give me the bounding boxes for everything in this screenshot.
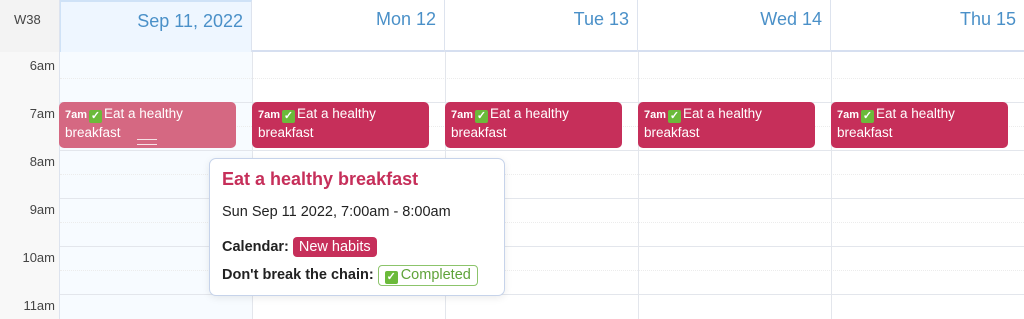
hour-label-9am: 9am bbox=[29, 202, 55, 217]
day-header-mon[interactable]: Mon 12 bbox=[252, 0, 445, 52]
day-header-thu[interactable]: Thu 15 bbox=[831, 0, 1024, 52]
status-text: Completed bbox=[400, 267, 471, 283]
hour-label-10am: 10am bbox=[22, 250, 55, 265]
event-tue[interactable]: 7am ✓ Eat a healthy breakfast bbox=[445, 102, 622, 148]
calendar-week-view: W38 Sep 11, 2022 Mon 12 Tue 13 Wed 14 Th… bbox=[0, 0, 1024, 319]
popup-calendar-row: Calendar: New habits bbox=[222, 237, 377, 257]
day-header-tue[interactable]: Tue 13 bbox=[445, 0, 638, 52]
event-sun[interactable]: 7am ✓ Eat a healthy breakfast bbox=[59, 102, 236, 148]
hour-label-11am: 11am bbox=[23, 298, 55, 313]
popup-title: Eat a healthy breakfast bbox=[222, 169, 419, 189]
grid-line bbox=[60, 78, 1024, 79]
hour-label-6am: 6am bbox=[29, 58, 55, 73]
time-gutter bbox=[0, 52, 60, 319]
hour-label-7am: 7am bbox=[29, 106, 55, 121]
grid-line bbox=[60, 246, 1024, 247]
column-divider bbox=[831, 52, 832, 319]
checkmark-icon: ✓ bbox=[861, 110, 875, 123]
checkmark-icon: ✓ bbox=[282, 110, 296, 123]
day-header-wed[interactable]: Wed 14 bbox=[638, 0, 831, 52]
event-title-line2: breakfast bbox=[65, 125, 121, 140]
hour-label-8am: 8am bbox=[29, 154, 55, 169]
event-wed[interactable]: 7am ✓ Eat a healthy breakfast bbox=[638, 102, 815, 148]
event-title-line2: breakfast bbox=[644, 125, 700, 140]
event-time: 7am bbox=[65, 109, 88, 121]
calendar-label: Calendar: bbox=[222, 239, 289, 255]
grid-line bbox=[60, 174, 1024, 175]
column-divider bbox=[638, 52, 639, 319]
checkmark-icon: ✓ bbox=[668, 110, 682, 123]
grid-line bbox=[60, 198, 1024, 199]
event-title-line1: Eat a healthy bbox=[490, 106, 569, 121]
event-thu[interactable]: 7am ✓ Eat a healthy breakfast bbox=[831, 102, 1008, 148]
event-title-line2: breakfast bbox=[837, 125, 893, 140]
event-title-line2: breakfast bbox=[451, 125, 507, 140]
event-title-line1: Eat a healthy bbox=[876, 106, 955, 121]
event-details-popup: Eat a healthy breakfast Sun Sep 11 2022,… bbox=[209, 158, 505, 296]
chain-label: Don't break the chain: bbox=[222, 267, 374, 283]
week-number: W38 bbox=[0, 0, 60, 52]
calendar-header: W38 Sep 11, 2022 Mon 12 Tue 13 Wed 14 Th… bbox=[0, 0, 1024, 52]
day-header-sun[interactable]: Sep 11, 2022 bbox=[60, 0, 252, 52]
grid-line bbox=[60, 222, 1024, 223]
resize-handle[interactable] bbox=[137, 139, 157, 145]
event-title-line2: breakfast bbox=[258, 125, 314, 140]
grid-line bbox=[60, 150, 1024, 151]
event-mon[interactable]: 7am ✓ Eat a healthy breakfast bbox=[252, 102, 429, 148]
popup-chain-row: Don't break the chain: ✓ Completed bbox=[222, 265, 478, 286]
grid-line bbox=[60, 270, 1024, 271]
completed-status-badge[interactable]: ✓ Completed bbox=[377, 265, 478, 286]
event-time: 7am bbox=[258, 109, 281, 121]
popup-date: Sun Sep 11 2022, 7:00am - 8:00am bbox=[222, 204, 451, 220]
event-time: 7am bbox=[644, 109, 667, 121]
checkmark-icon: ✓ bbox=[475, 110, 489, 123]
event-title-line1: Eat a healthy bbox=[104, 106, 183, 121]
event-title-line1: Eat a healthy bbox=[683, 106, 762, 121]
grid-line bbox=[60, 294, 1024, 295]
event-time: 7am bbox=[451, 109, 474, 121]
calendar-badge[interactable]: New habits bbox=[292, 237, 377, 257]
event-title-line1: Eat a healthy bbox=[297, 106, 376, 121]
checkmark-icon: ✓ bbox=[89, 110, 103, 123]
event-time: 7am bbox=[837, 109, 860, 121]
checkmark-icon: ✓ bbox=[384, 271, 398, 284]
